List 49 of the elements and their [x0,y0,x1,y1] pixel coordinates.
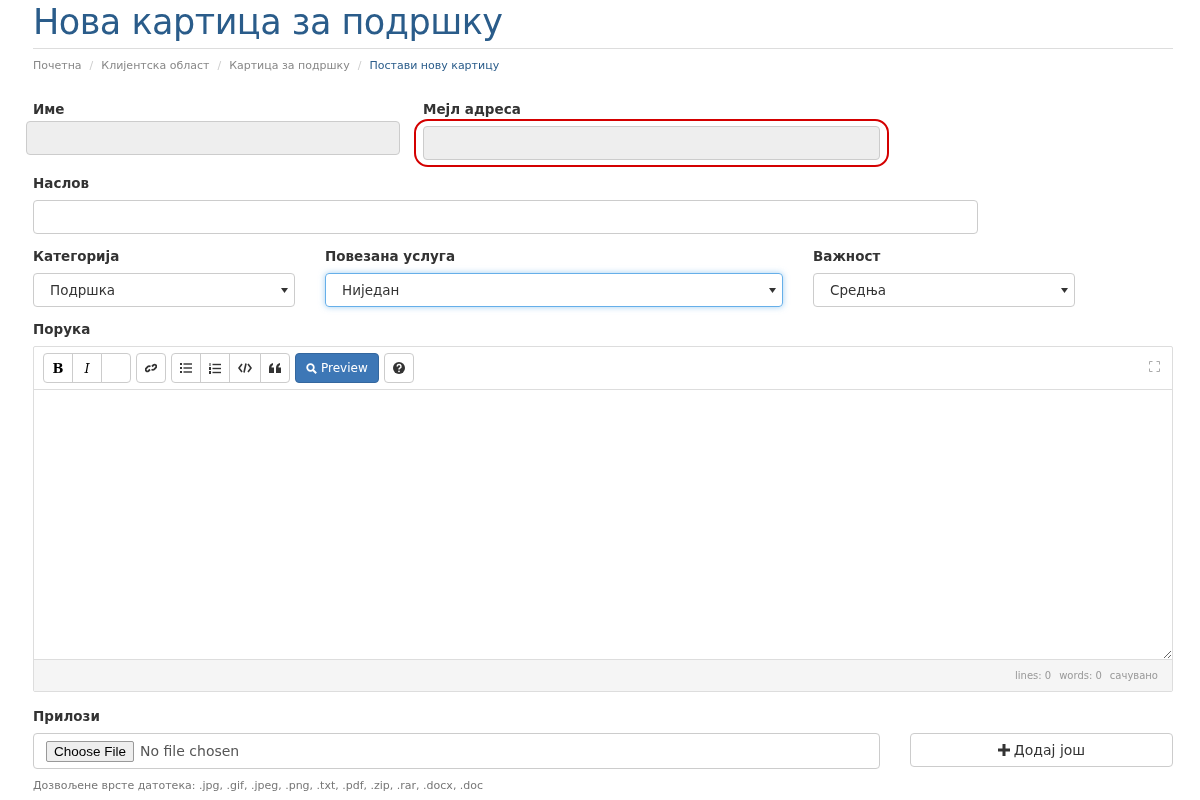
subject-field[interactable] [33,200,978,234]
breadcrumb-link[interactable]: Клијентска област [101,59,210,75]
quote-button[interactable] [260,353,290,383]
field-label: Прилози [33,708,101,726]
editor-status-text: lines: 0 [1015,670,1052,681]
breadcrumb-separator: / [217,59,222,74]
caret-icon [281,287,288,293]
help-button[interactable] [383,353,414,383]
dropdown[interactable]: Подршка [33,273,295,307]
field-label: Наслов [33,175,91,193]
editor-status-text: words: 0 [1059,670,1102,681]
field-label: Име [33,101,66,119]
code-icon [238,363,252,373]
italic-button[interactable]: I [72,353,102,383]
hint-text: Дозвољене врсте датотека: .jpg, .gif, .jpeg, .png, .txt, .pdf, .zip, .rar, .docx, .doc [33,779,485,792]
breadcrumb-separator: / [357,59,362,74]
search-icon [306,362,317,374]
page-title: Нова картица за подршку [33,0,1173,49]
dropdown[interactable]: Ниједан [325,273,783,307]
choose-file-button[interactable]: Choose File [46,740,135,762]
file-status-text: No file chosen [140,743,240,759]
numbered-list-icon [209,362,221,374]
markdown-editor[interactable]: B I Preview lines: 0 words: 0 сачувано [33,346,1173,692]
field-label: Порука [33,321,92,339]
plus-icon [997,744,1010,756]
field-label: Важност [813,248,882,266]
field-label: Категорија [33,248,121,266]
link-icon [145,362,157,374]
quote-icon [269,363,281,373]
link-button[interactable] [136,353,166,383]
numbered-list-button[interactable] [200,353,230,383]
breadcrumb-link[interactable]: Почетна [33,59,82,75]
bullet-list-button[interactable] [171,353,201,383]
preview-button[interactable]: Preview [295,353,379,383]
breadcrumb-current: Постави нову картицу [369,59,500,74]
file-input[interactable]: Choose File No file chosen [33,733,880,769]
question-mark-icon [392,362,405,374]
breadcrumb-link[interactable]: Картица за подршку [229,59,350,75]
bullet-list-icon [180,363,192,373]
breadcrumb-separator: / [89,59,94,74]
editor-status-text: сачувано [1109,670,1158,681]
field-label: Повезана услуга [325,248,457,266]
code-button[interactable] [229,353,261,383]
caret-icon [769,287,776,293]
caret-icon [1061,287,1068,293]
field-label: Мејл адреса [423,101,522,119]
add-more-button[interactable]: Додај још [910,733,1173,767]
bold-button[interactable]: B [43,353,73,383]
dropdown[interactable]: Средња [813,273,1075,307]
